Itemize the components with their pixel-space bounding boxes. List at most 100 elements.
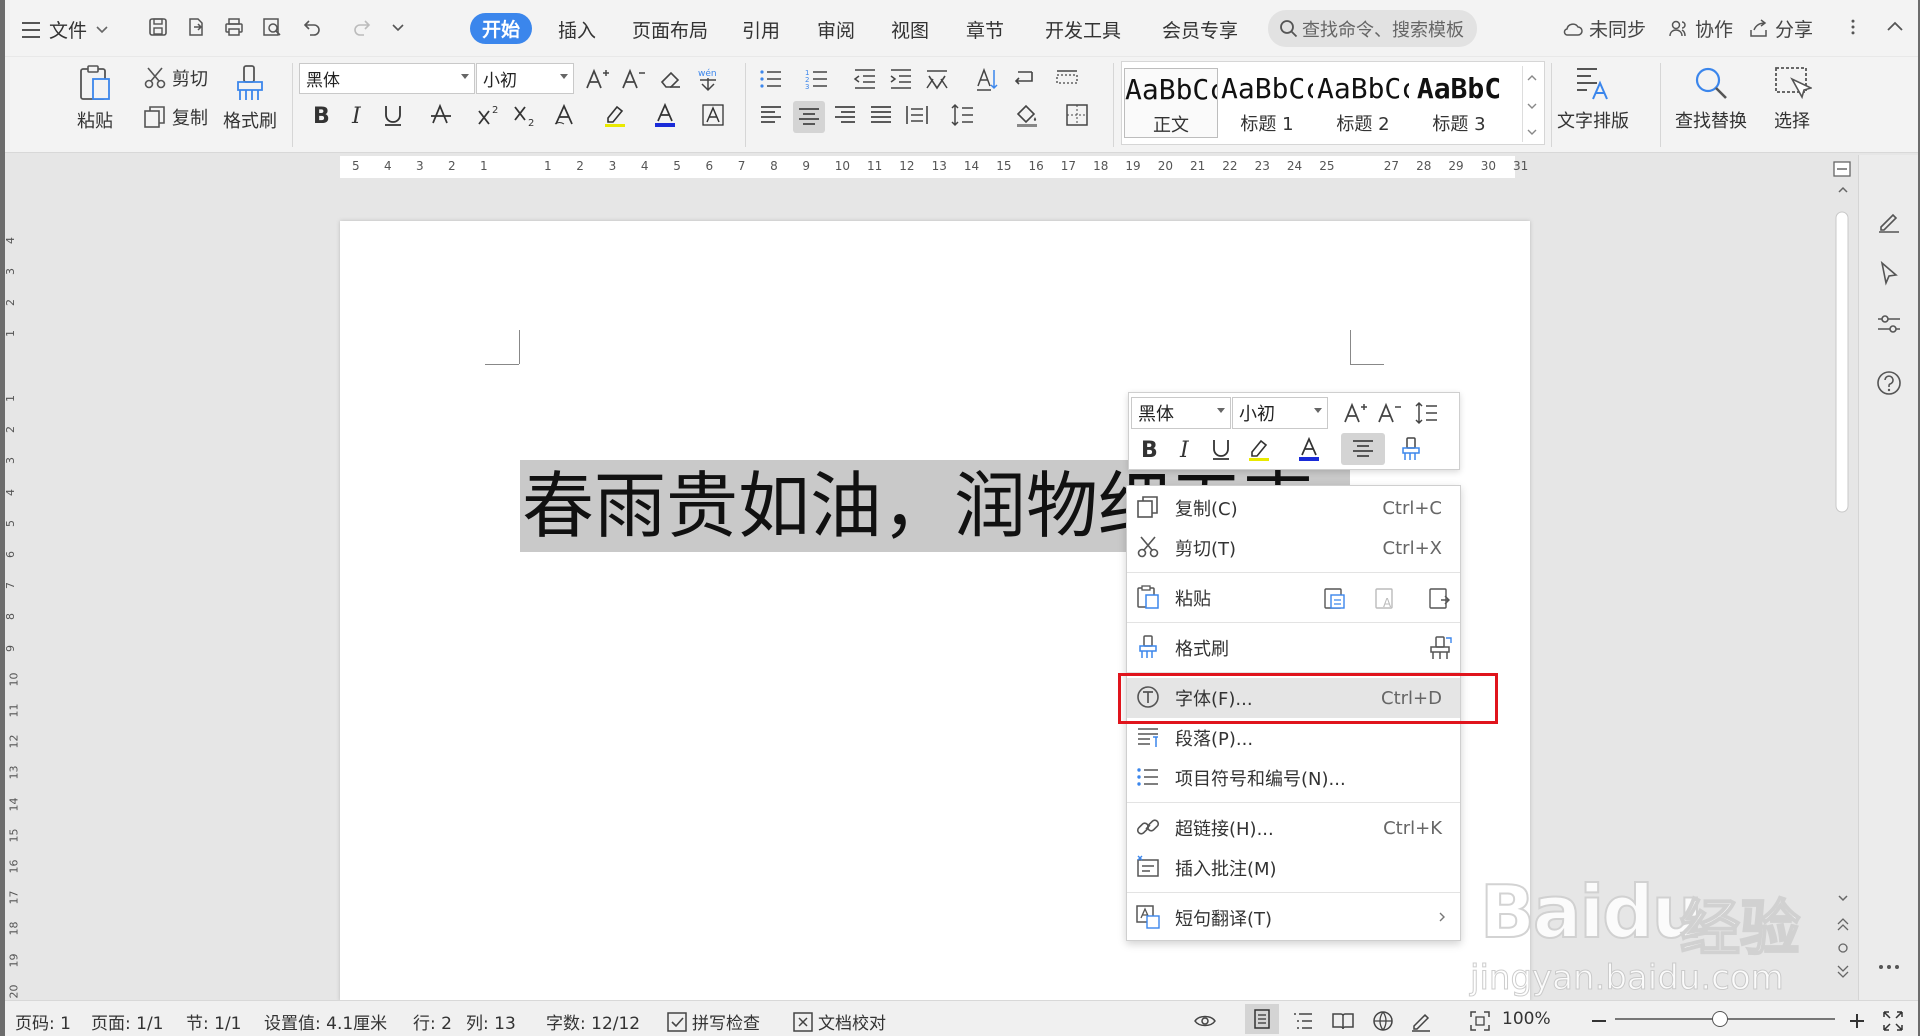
mini-decrease-font-button[interactable] [1375, 399, 1403, 427]
status-column[interactable]: 列: 13 [466, 1009, 516, 1034]
zoom-out-button[interactable] [1587, 1009, 1611, 1033]
sort-button[interactable] [973, 65, 1001, 93]
vertical-scrollbar[interactable] [1832, 160, 1854, 1000]
eye-protect-button[interactable] [1193, 1009, 1217, 1033]
italic-button[interactable]: I [343, 101, 371, 129]
clear-format-button[interactable] [657, 65, 685, 93]
vertical-ruler[interactable]: 4 3 2 1 1 2 3 4 5 6 7 8 9 10 11 12 13 14 15 16 17 18 19 20 [4, 222, 23, 1002]
style-gallery-scroll[interactable] [1522, 66, 1542, 142]
subscript-button[interactable]: 2 [511, 101, 539, 129]
borders-button[interactable] [1063, 101, 1091, 129]
status-section[interactable]: 节: 1/1 [186, 1009, 242, 1034]
tab-review[interactable]: 审阅 [817, 16, 855, 43]
tab-references[interactable]: 引用 [742, 16, 780, 43]
mini-italic-button[interactable]: I [1171, 435, 1199, 463]
format-painter-lock-icon[interactable] [1427, 635, 1455, 663]
style-heading-1[interactable]: AaBbCc 标题 1 [1220, 68, 1314, 138]
highlight-button[interactable] [601, 101, 629, 129]
fullscreen-button[interactable] [1881, 1009, 1905, 1033]
mini-font-size-select[interactable]: 小初 [1232, 397, 1328, 429]
write-view-button[interactable] [1409, 1009, 1433, 1033]
search-input[interactable]: 查找命令、搜索模板 [1268, 10, 1477, 47]
text-effect-button[interactable] [551, 101, 579, 129]
ctx-bullets-numbering[interactable]: 项目符号和编号(N)... [1127, 758, 1460, 798]
zoom-slider-thumb[interactable] [1712, 1011, 1728, 1027]
style-heading-3[interactable]: AaBbC 标题 3 [1412, 68, 1506, 138]
line-spacing-button[interactable] [949, 101, 977, 129]
tab-chapter[interactable]: 章节 [966, 16, 1004, 43]
align-right-button[interactable] [831, 101, 859, 129]
align-left-button[interactable] [757, 101, 785, 129]
paste-special-icon[interactable] [1427, 585, 1455, 613]
bold-button[interactable]: B [307, 101, 335, 129]
font-name-select[interactable]: 黑体 [299, 63, 475, 94]
more-options-button[interactable] [1843, 15, 1867, 39]
show-marks-button[interactable] [1009, 65, 1037, 93]
tab-member[interactable]: 会员专享 [1162, 16, 1238, 43]
ctx-paste[interactable]: 粘贴 A [1127, 578, 1460, 618]
increase-indent-button[interactable] [887, 65, 915, 93]
decrease-font-button[interactable] [619, 65, 647, 93]
style-normal[interactable]: AaBbCcI 正文 [1124, 68, 1218, 138]
find-replace-button[interactable]: 查找替换 [1675, 63, 1747, 133]
mini-underline-button[interactable] [1207, 435, 1235, 463]
horizontal-ruler[interactable]: 5 4 3 2 1 1 2 3 4 5 6 7 8 9 10 11 12 13 14 15 16 17 18 19 20 21 22… [340, 156, 1528, 178]
paste-keep-format-icon[interactable] [1322, 585, 1350, 613]
more-horizontal-icon[interactable] [1875, 953, 1903, 981]
ctx-paragraph[interactable]: 段落(P)... [1127, 718, 1460, 758]
tab-insert[interactable]: 插入 [558, 16, 596, 43]
tab-view[interactable]: 视图 [891, 16, 929, 43]
table-lines-button[interactable] [1053, 65, 1081, 93]
doc-check-button[interactable]: 文档校对 [791, 1009, 886, 1034]
ctx-hyperlink[interactable]: 超链接(H)... Ctrl+K [1127, 808, 1460, 848]
mini-font-name-select[interactable]: 黑体 [1131, 397, 1231, 429]
tab-start[interactable]: 开始 [470, 13, 532, 44]
fit-page-button[interactable] [1468, 1009, 1492, 1033]
chinese-layout-button[interactable] [923, 65, 951, 93]
cut-button[interactable]: 剪切 [142, 65, 208, 91]
bullet-list-button[interactable] [757, 65, 785, 93]
collaborate-button[interactable]: 协作 [1667, 15, 1733, 42]
format-painter-button[interactable]: 格式刷 [223, 63, 277, 133]
print-preview-button[interactable] [259, 14, 285, 40]
ctx-insert-comment[interactable]: 插入批注(M) [1127, 848, 1460, 888]
status-pages[interactable]: 页面: 1/1 [91, 1009, 164, 1034]
superscript-button[interactable]: 2 [475, 101, 503, 129]
export-button[interactable] [183, 14, 209, 40]
quick-access-more[interactable] [385, 14, 411, 40]
sliders-icon[interactable] [1875, 310, 1903, 338]
print-button[interactable] [221, 14, 247, 40]
style-heading-2[interactable]: AaBbCc 标题 2 [1316, 68, 1410, 138]
decrease-indent-button[interactable] [851, 65, 879, 93]
mini-align-center-button[interactable] [1341, 433, 1385, 465]
align-center-button[interactable] [793, 101, 825, 133]
ctx-copy[interactable]: 复制(C) Ctrl+C [1127, 488, 1460, 528]
shading-button[interactable] [1013, 101, 1041, 129]
mini-increase-font-button[interactable] [1341, 399, 1369, 427]
mini-bold-button[interactable]: B [1135, 435, 1163, 463]
paste-button[interactable]: 粘贴 [75, 63, 115, 133]
cursor-icon[interactable] [1875, 259, 1903, 287]
status-page-number[interactable]: 页码: 1 [15, 1009, 71, 1034]
mini-format-painter-button[interactable] [1397, 435, 1425, 463]
web-view-button[interactable] [1371, 1009, 1395, 1033]
undo-button[interactable] [298, 14, 324, 40]
numbered-list-button[interactable]: 123 [803, 65, 831, 93]
strikethrough-button[interactable] [427, 101, 455, 129]
tab-developer[interactable]: 开发工具 [1045, 16, 1121, 43]
zoom-in-button[interactable] [1845, 1009, 1869, 1033]
spell-check-button[interactable]: 拼写检查 [665, 1009, 760, 1034]
reading-view-button[interactable] [1331, 1009, 1355, 1033]
zoom-level[interactable]: 100% [1502, 1009, 1551, 1029]
outline-view-button[interactable] [1291, 1009, 1315, 1033]
edit-icon[interactable] [1875, 207, 1903, 235]
mini-font-color-button[interactable] [1295, 435, 1323, 463]
help-icon[interactable] [1875, 369, 1903, 397]
share-button[interactable]: 分享 [1747, 15, 1813, 42]
redo-button[interactable] [350, 14, 376, 40]
font-size-select[interactable]: 小初 [476, 63, 574, 94]
tab-page-layout[interactable]: 页面布局 [632, 16, 708, 43]
justify-button[interactable] [867, 101, 895, 129]
save-button[interactable] [145, 14, 171, 40]
ctx-format-painter[interactable]: 格式刷 [1127, 628, 1460, 668]
